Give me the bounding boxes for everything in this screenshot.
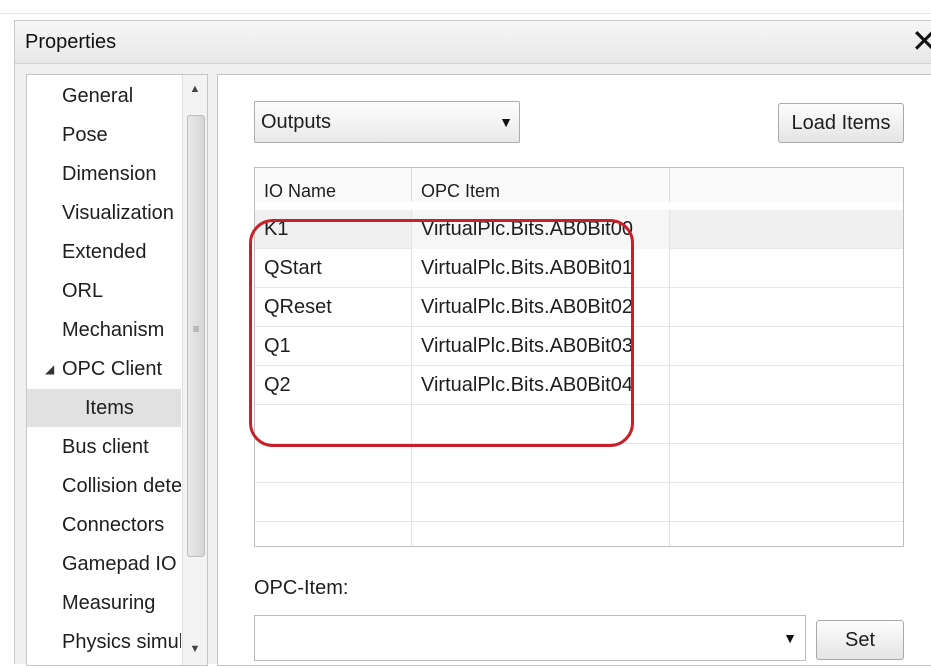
opc-item-cell[interactable] — [412, 444, 670, 483]
opc-item-cell[interactable]: VirtualPlc.Bits.AB0Bit00 — [412, 210, 670, 249]
empty-cell — [670, 405, 903, 444]
table-row[interactable] — [255, 522, 903, 546]
tree-item-label: Visualization — [62, 202, 174, 224]
tree-item[interactable]: Dimension — [27, 155, 181, 193]
scroll-down-arrow-icon[interactable]: ▼ — [183, 637, 207, 661]
category-tree: General Pose Dimension Visualization Extende… — [26, 74, 208, 666]
scroll-up-arrow-icon[interactable]: ▲ — [183, 77, 207, 101]
tree-item[interactable]: ORL — [27, 272, 181, 310]
io-name-cell[interactable] — [255, 522, 412, 546]
table-header: IO Name OPC Item — [255, 168, 903, 202]
empty-cell — [670, 327, 903, 366]
table-row[interactable]: Q2 VirtualPlc.Bits.AB0Bit04 — [255, 366, 903, 405]
table-row[interactable] — [255, 405, 903, 444]
tree-item-label: Dimension — [62, 163, 157, 185]
opc-item-label: OPC-Item: — [254, 577, 349, 599]
empty-cell — [670, 522, 903, 546]
tree-item[interactable]: Bus client — [27, 428, 181, 466]
tree-item-label: Extended — [62, 241, 147, 263]
opc-item-combobox[interactable]: ▼ — [254, 615, 806, 661]
chevron-down-icon: ▼ — [783, 630, 797, 646]
expand-arrow-icon[interactable]: ◢ — [45, 350, 54, 388]
tree-item-label: Items — [85, 397, 134, 419]
table-row[interactable]: Q1 VirtualPlc.Bits.AB0Bit03 — [255, 327, 903, 366]
empty-cell — [670, 249, 903, 288]
empty-cell — [670, 444, 903, 483]
table-row[interactable] — [255, 483, 903, 522]
tree-item-label: Connectors — [62, 514, 165, 536]
io-name-cell[interactable]: QStart — [255, 249, 412, 288]
tree-item[interactable]: Extended — [27, 233, 181, 271]
tree-item-label: Physics simula — [62, 631, 181, 653]
opc-item-cell[interactable]: VirtualPlc.Bits.AB0Bit04 — [412, 366, 670, 405]
column-header-opc-item[interactable]: OPC Item — [412, 168, 670, 202]
opc-item-cell[interactable]: VirtualPlc.Bits.AB0Bit01 — [412, 249, 670, 288]
io-name-cell[interactable]: Q2 — [255, 366, 412, 405]
tree-item[interactable]: Mechanism — [27, 311, 181, 349]
io-name-cell[interactable] — [255, 483, 412, 522]
tree-item-label: Mechanism — [62, 319, 165, 341]
tree-item-label: Measuring — [62, 592, 156, 614]
chevron-down-icon: ▼ — [499, 114, 513, 130]
tree-item[interactable]: Measuring — [27, 584, 181, 622]
tree-item-label: Collision dete — [62, 475, 181, 497]
tree-item-label: OPC Client — [62, 358, 163, 380]
tree-item[interactable]: Pose — [27, 116, 181, 154]
tree-item-label: Gamepad IO — [62, 553, 177, 575]
empty-cell — [670, 483, 903, 522]
column-header-empty — [670, 168, 903, 202]
tree-item[interactable]: Connectors — [27, 506, 181, 544]
io-direction-value: Outputs — [261, 111, 332, 133]
io-name-cell[interactable] — [255, 444, 412, 483]
io-name-cell[interactable]: Q1 — [255, 327, 412, 366]
opc-item-cell[interactable]: VirtualPlc.Bits.AB0Bit02 — [412, 288, 670, 327]
tree-item[interactable]: Items — [27, 389, 181, 427]
opc-item-cell[interactable] — [412, 522, 670, 546]
tree-item[interactable]: General — [27, 77, 181, 115]
opc-item-cell[interactable] — [412, 483, 670, 522]
opc-item-cell[interactable] — [412, 405, 670, 444]
tree-item[interactable]: Visualization — [27, 194, 181, 232]
empty-cell — [670, 366, 903, 405]
tree-item[interactable]: Physics simula — [27, 623, 181, 661]
opc-items-panel: Outputs ▼ Load Items IO Name OPC Item K1… — [217, 74, 931, 666]
table-row[interactable]: QStart VirtualPlc.Bits.AB0Bit01 — [255, 249, 903, 288]
io-name-cell[interactable] — [255, 405, 412, 444]
tree-item[interactable]: Gamepad IO — [27, 545, 181, 583]
load-items-button[interactable]: Load Items — [778, 103, 904, 143]
tree-item-label: General — [62, 85, 134, 107]
window-title: Properties — [25, 31, 117, 53]
tree-scrollbar[interactable]: ▲ ≡ ▼ — [182, 75, 207, 665]
top-strip — [0, 0, 931, 14]
io-direction-select[interactable]: Outputs ▼ — [254, 101, 520, 143]
grip-icon: ≡ — [192, 322, 200, 336]
table-row[interactable]: K1 VirtualPlc.Bits.AB0Bit00 — [255, 210, 903, 249]
io-name-cell[interactable]: K1 — [255, 210, 412, 249]
table-row[interactable]: QReset VirtualPlc.Bits.AB0Bit02 — [255, 288, 903, 327]
properties-window: Properties ✕ General Pose Dimension Visuali… — [14, 20, 931, 666]
column-header-io-name[interactable]: IO Name — [255, 168, 412, 202]
io-mapping-table: IO Name OPC Item K1 VirtualPlc.Bits.AB0Bi… — [254, 167, 904, 547]
set-button[interactable]: Set — [816, 620, 904, 660]
scroll-thumb[interactable]: ≡ — [187, 115, 205, 557]
tree-item-label: Bus client — [62, 436, 149, 458]
tree-item[interactable]: Collision dete — [27, 467, 181, 505]
title-bar: Properties ✕ — [15, 21, 931, 64]
opc-item-cell[interactable]: VirtualPlc.Bits.AB0Bit03 — [412, 327, 670, 366]
tree-item[interactable]: ◢ OPC Client — [27, 350, 181, 388]
empty-cell — [670, 210, 903, 249]
table-row[interactable] — [255, 444, 903, 483]
empty-cell — [670, 288, 903, 327]
tree-item-label: ORL — [62, 280, 104, 302]
close-icon[interactable]: ✕ — [911, 25, 931, 57]
io-name-cell[interactable]: QReset — [255, 288, 412, 327]
tree-item-label: Pose — [62, 124, 108, 146]
